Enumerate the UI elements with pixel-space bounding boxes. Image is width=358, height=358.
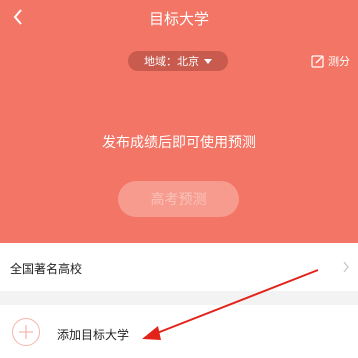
caret-down-icon (204, 58, 212, 64)
test-score-label: 测分 (328, 55, 350, 68)
top-bar: 目标大学 (0, 0, 358, 36)
add-target-label: 添加目标大学 (57, 328, 130, 342)
hero-panel: 地域：北京 测分 发布成绩后即可使用预测 高考预测 (0, 36, 358, 243)
famous-schools-label: 全国著名高校 (10, 262, 83, 276)
plus-circle-icon (12, 318, 40, 346)
notice-text: 发布成绩后即可使用预测 (102, 135, 256, 151)
chevron-right-icon (343, 261, 349, 273)
famous-schools-row[interactable]: 全国著名高校 (0, 243, 358, 291)
page-title: 目标大学 (148, 10, 209, 28)
add-target-row[interactable]: 添加目标大学 (0, 305, 358, 358)
edit-icon (311, 54, 324, 68)
predict-button[interactable]: 高考预测 (118, 181, 239, 217)
test-score-button[interactable]: 测分 (311, 51, 350, 71)
region-label: 地域：北京 (144, 55, 199, 68)
region-selector[interactable]: 地域：北京 (128, 51, 228, 71)
